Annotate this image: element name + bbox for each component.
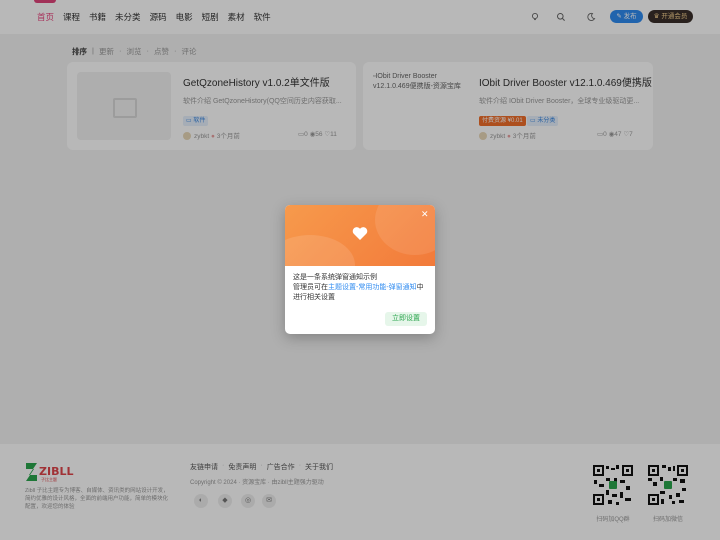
- settings-link[interactable]: 主题设置-常用功能-弹窗通知: [328, 284, 417, 291]
- modal-line-2-prefix: 管理员可在: [293, 284, 328, 291]
- close-icon[interactable]: ✕: [421, 209, 429, 219]
- heart-icon: [352, 226, 368, 245]
- notification-modal: ✕ 这是一条系统弹窗通知示例 管理员可在主题设置-常用功能-弹窗通知中 进行相关…: [285, 205, 435, 334]
- modal-line-3: 进行相关设置: [293, 294, 335, 301]
- set-now-button[interactable]: 立即设置: [385, 312, 427, 326]
- decorative-shape: [285, 235, 355, 266]
- modal-header: ✕: [285, 205, 435, 266]
- modal-line-1: 这是一条系统弹窗通知示例: [293, 274, 377, 281]
- modal-line-2-suffix: 中: [416, 284, 424, 291]
- modal-message: 这是一条系统弹窗通知示例 管理员可在主题设置-常用功能-弹窗通知中 进行相关设置: [293, 273, 429, 303]
- modal-line-2: 管理员可在主题设置-常用功能-弹窗通知中: [293, 283, 429, 293]
